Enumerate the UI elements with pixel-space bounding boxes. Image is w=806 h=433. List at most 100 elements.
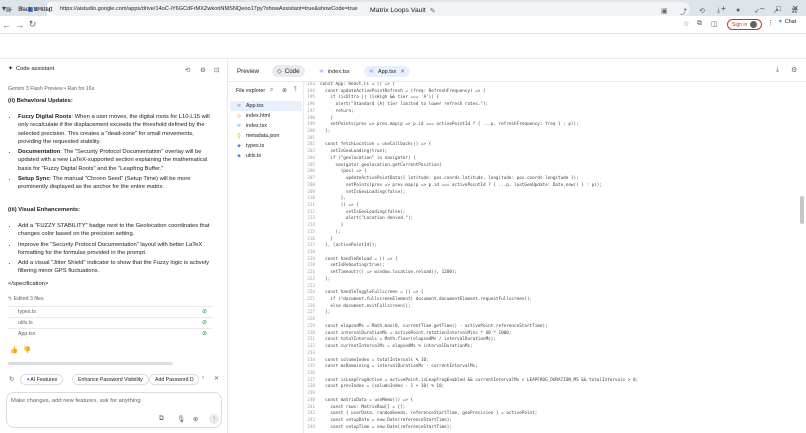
visual-list: Add a "FUZZY STABILITY" badge next to th…: [18, 222, 216, 278]
code-assistant-title: Code assistant: [15, 66, 55, 72]
explorer-file-name: types.ts: [246, 143, 265, 149]
upload-icon[interactable]: ⤒: [294, 87, 297, 94]
minimize-icon[interactable]: –: [760, 1, 764, 15]
chat-button[interactable]: ✦ Chat: [778, 19, 796, 25]
edited-file-item[interactable]: types.ts ⊘: [8, 306, 213, 316]
back-to-start-button[interactable]: ← Back to start: [8, 6, 53, 13]
edit-icon[interactable]: ✎: [430, 7, 436, 15]
star-icon[interactable]: ☆: [683, 20, 689, 28]
extensions-icon[interactable]: ⧉: [697, 20, 702, 28]
suggestion-chip[interactable]: ✦ AI Features: [20, 374, 64, 385]
github-icon[interactable]: ●: [736, 7, 740, 14]
forward-arrow-icon[interactable]: →: [13, 20, 26, 30]
code-editor[interactable]: 193 const App: React.FC = () => {194 cons…: [304, 82, 800, 433]
chat-scrollbar[interactable]: [8, 362, 173, 365]
explorer-file-item[interactable]: ◈ utils.ts: [230, 151, 302, 161]
editor-scrollbar[interactable]: [800, 196, 804, 224]
explorer-file-item[interactable]: ⚛ index.tsx: [230, 121, 302, 131]
visual-item: Add a visual "Jitter Shield" indicator t…: [18, 259, 216, 276]
code-assistant-panel: ✦ Code assistant ⟲ ⚙ ⊡ Gemini 3 Flash Pre…: [0, 60, 228, 433]
settings-icon[interactable]: ⚙: [791, 66, 797, 74]
thumbs-down-icon[interactable]: 👎: [23, 346, 31, 354]
chat-icon: ✦: [778, 19, 783, 25]
microphone-icon[interactable]: 🎙: [177, 415, 185, 423]
add-file-icon[interactable]: ⊕: [282, 87, 287, 94]
tab-preview-label: Preview: [237, 67, 260, 75]
edited-text: Edited 3 files: [13, 296, 44, 302]
line-code: const setupTime = new Date(referenceStar…: [320, 424, 452, 430]
back-arrow-icon[interactable]: ←: [0, 20, 13, 30]
behavioral-item: Documentation: The "Security Protocol Do…: [18, 148, 216, 173]
edited-file-item[interactable]: App.tsx ⊘: [8, 328, 213, 338]
share-icon[interactable]: ⤴: [680, 7, 687, 17]
visual-item: Improve the "Security Protocol Documenta…: [18, 241, 216, 258]
send-button[interactable]: ↑: [209, 414, 219, 424]
suggestion-chip-label: Add Password D: [155, 376, 194, 383]
tab-code[interactable]: ◇ Code: [272, 65, 305, 77]
behavioral-item: Fuzzy Digital Roots: When a user moves, …: [18, 113, 216, 146]
suggestion-chip[interactable]: Add Password D: [149, 374, 199, 385]
reload-icon[interactable]: ↻: [26, 19, 39, 30]
explorer-file-item[interactable]: ◇ index.html: [230, 111, 302, 121]
item-title: Setup Sync: [18, 176, 50, 183]
deploy-icon[interactable]: ➶: [754, 7, 760, 15]
suggestion-chip[interactable]: Enhance Password Visibility: [72, 374, 149, 385]
ts-file-icon: ◈: [237, 153, 241, 159]
file-tab-label: App.tsx: [377, 68, 397, 75]
close-tab-icon[interactable]: ✕: [400, 69, 405, 75]
sidebar-toggle-icon[interactable]: ▣: [661, 7, 668, 15]
check-icon: ⊘: [201, 309, 207, 315]
history-icon[interactable]: ⟲: [699, 7, 705, 15]
split-view-icon[interactable]: ◫: [711, 20, 718, 28]
settings-icon[interactable]: ⚙: [200, 66, 206, 74]
edited-file-name: types.ts: [18, 308, 36, 315]
thumbs-up-icon[interactable]: 👍: [10, 346, 18, 354]
file-explorer: File explorer ⌕ ⊕ ⤒ ⚛ App.tsx ◇ index.html ⚛…: [228, 82, 304, 433]
tab-search-icon[interactable]: ▾: [2, 1, 6, 15]
file-explorer-title: File explorer: [236, 88, 266, 94]
line-number: 244: [307, 424, 315, 430]
edited-files-label: ✎ Edited 3 files: [8, 296, 44, 302]
visual-item: Add a "FUZZY STABILITY" badge next to th…: [18, 222, 216, 239]
react-icon: ⚛: [369, 68, 374, 75]
spec-close: </specification>: [8, 281, 49, 287]
menu-icon[interactable]: ⋮: [767, 19, 774, 27]
new-tab-button[interactable]: +: [721, 1, 726, 15]
item-title: Fuzzy Digital Roots: [18, 114, 72, 120]
add-icon[interactable]: ⊕: [193, 415, 198, 423]
prompt-input[interactable]: Make changes, add new features, ask for …: [6, 392, 222, 428]
explorer-file-name: index.tsx: [246, 123, 267, 129]
prompt-placeholder: Make changes, add new features, ask for …: [11, 398, 141, 404]
check-icon: ⊘: [201, 320, 207, 326]
download-icon[interactable]: ⤓: [776, 66, 779, 74]
history-icon[interactable]: ⟲: [185, 66, 190, 74]
avatar: [750, 21, 758, 28]
explorer-file-name: metadata.json: [246, 133, 280, 139]
file-tab-app[interactable]: ⚛ App.tsx ✕: [364, 66, 410, 77]
download-icon[interactable]: ⤓: [717, 7, 720, 15]
suggestion-chip-label: Enhance Password Visibility: [78, 376, 143, 383]
explorer-file-name: App.tsx: [246, 103, 264, 109]
visual-heading: (iii) Visual Enhancements:: [8, 207, 81, 213]
share-app-icon[interactable]: ↗: [773, 7, 779, 15]
search-icon[interactable]: ⌕: [270, 87, 273, 94]
tab-preview[interactable]: Preview: [232, 65, 264, 77]
more-icon[interactable]: ⌘: [791, 7, 798, 15]
check-icon: ⊘: [201, 331, 207, 337]
sign-in-button[interactable]: Sign in: [727, 19, 763, 30]
chips-close-icon[interactable]: ✕: [214, 375, 219, 382]
explorer-file-name: index.html: [246, 113, 271, 119]
file-tab-index[interactable]: ⚛ index.tsx: [314, 66, 355, 77]
close-panel-icon[interactable]: ⊡: [214, 66, 219, 74]
explorer-file-item[interactable]: {} metadata.json: [230, 131, 302, 141]
edited-file-item[interactable]: utils.ts ⊘: [8, 317, 213, 327]
refresh-suggestions-icon[interactable]: ↻: [9, 375, 14, 383]
attach-icon[interactable]: ⧉: [159, 415, 164, 423]
react-file-icon: ⚛: [236, 123, 242, 129]
chips-next-icon[interactable]: ›: [202, 375, 204, 381]
explorer-file-item[interactable]: ◈ types.ts: [230, 141, 302, 151]
html-file-icon: ◇: [237, 113, 241, 119]
code-icon: ◇: [277, 67, 282, 75]
explorer-file-item[interactable]: ⚛ App.tsx: [230, 101, 302, 111]
behavioral-list: Fuzzy Digital Roots: When a user moves, …: [18, 113, 216, 194]
